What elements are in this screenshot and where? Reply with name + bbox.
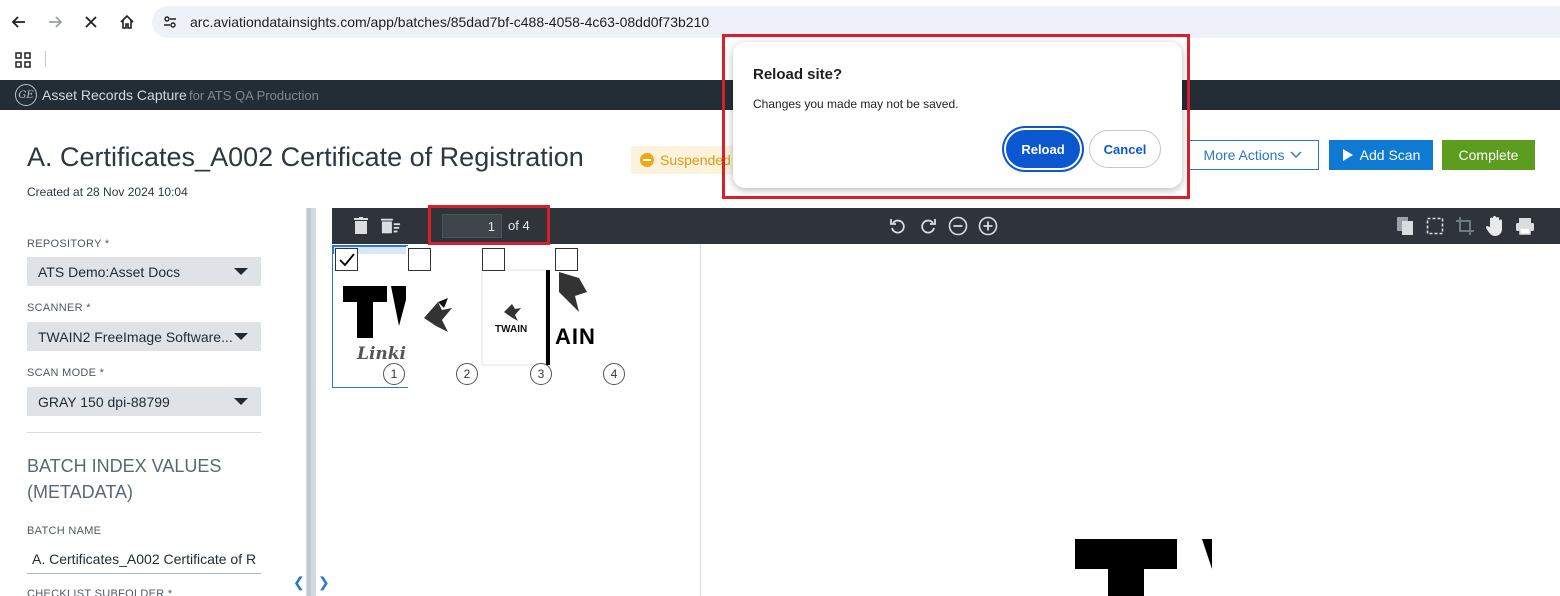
app-name: Asset Records Capture <box>42 87 187 103</box>
collapse-left-icon[interactable]: ❮ <box>293 574 305 591</box>
stop-loading-icon[interactable] <box>80 11 102 33</box>
more-actions-button[interactable]: More Actions <box>1187 140 1319 170</box>
batch-name-label: BATCH NAME <box>27 525 102 537</box>
apps-grid-icon[interactable] <box>15 52 31 68</box>
more-actions-label: More Actions <box>1203 147 1285 163</box>
thumbnail-caption: Linkin <box>357 344 407 364</box>
batch-name-input[interactable]: A. Certificates_A002 Certificate of R <box>27 545 261 574</box>
page-preview[interactable] <box>702 244 1560 596</box>
thumbnail-page-3[interactable]: TWAIN 3 <box>480 246 554 387</box>
forward-icon[interactable] <box>44 11 66 33</box>
section-divider <box>27 432 261 433</box>
copy-page-icon[interactable] <box>1395 216 1415 236</box>
complete-button[interactable]: Complete <box>1442 140 1535 170</box>
thumbnail-page-2[interactable]: 2 <box>406 246 480 387</box>
pan-hand-icon[interactable] <box>1485 216 1505 236</box>
suspended-icon <box>640 153 654 167</box>
status-text: Suspended <box>660 152 731 168</box>
url-text[interactable]: arc.aviationdatainsights.com/app/batches… <box>190 14 709 30</box>
repository-label: REPOSITORY * <box>27 238 110 250</box>
rotate-left-icon[interactable] <box>888 216 908 236</box>
cancel-button[interactable]: Cancel <box>1089 130 1161 168</box>
page-checkbox[interactable] <box>482 248 505 271</box>
delete-icon[interactable] <box>351 216 371 236</box>
site-settings-icon[interactable] <box>162 14 178 35</box>
thumbnail-page-1[interactable]: Linkin 1 <box>332 245 408 388</box>
page-title: A. Certificates_A002 Certificate of Regi… <box>27 142 584 172</box>
page-number-badge: 2 <box>456 363 478 385</box>
print-icon[interactable] <box>1515 216 1535 236</box>
chevron-down-icon <box>1290 151 1302 158</box>
zoom-out-icon[interactable] <box>948 216 968 236</box>
caret-down-icon <box>234 333 248 340</box>
back-icon[interactable] <box>8 11 30 33</box>
dialog-title: Reload site? <box>753 66 843 83</box>
caret-down-icon <box>234 268 248 275</box>
reload-site-dialog: Reload site? Changes you made may not be… <box>733 42 1182 188</box>
expand-right-icon[interactable]: ❯ <box>318 574 330 591</box>
ge-logo-icon: GE <box>15 84 37 106</box>
page-number-badge: 3 <box>530 363 552 385</box>
complete-label: Complete <box>1458 147 1519 163</box>
reload-button[interactable]: Reload <box>1006 130 1080 168</box>
scanner-select[interactable]: TWAIN2 FreeImage Software... <box>27 322 261 351</box>
scan-mode-select[interactable]: GRAY 150 dpi-88799 <box>27 387 261 416</box>
page-checkbox[interactable] <box>408 248 431 271</box>
checkmark-icon <box>338 252 355 266</box>
add-scan-button[interactable]: Add Scan <box>1329 140 1433 170</box>
page-checkbox[interactable] <box>335 248 358 271</box>
rotate-right-icon[interactable] <box>918 216 938 236</box>
repository-value: ATS Demo:Asset Docs <box>38 263 181 280</box>
scanner-label: SCANNER * <box>27 302 91 314</box>
thumbnail-caption: TWAIN <box>495 324 528 335</box>
page-number-badge: 1 <box>383 363 405 385</box>
delete-multiple-icon[interactable] <box>381 216 401 236</box>
created-timestamp: Created at 28 Nov 2024 10:04 <box>27 185 188 199</box>
scanner-value: TWAIN2 FreeImage Software... <box>38 328 232 345</box>
app-context: for ATS QA Production <box>189 88 319 103</box>
checklist-subfolder-label: CHECKLIST SUBFOLDER * <box>27 588 173 596</box>
page-preview-image <box>1075 539 1212 596</box>
page-number-highlight <box>428 205 550 245</box>
panel-splitter-handle[interactable] <box>307 208 311 596</box>
scan-mode-label: SCAN MODE * <box>27 367 105 379</box>
scan-mode-value: GRAY 150 dpi-88799 <box>38 393 170 410</box>
repository-select[interactable]: ATS Demo:Asset Docs <box>27 257 261 286</box>
dialog-message: Changes you made may not be saved. <box>753 97 959 111</box>
play-icon <box>1342 149 1353 161</box>
batch-index-heading: BATCH INDEX VALUES (METADATA) <box>27 456 222 502</box>
bookmarks-divider <box>45 51 46 67</box>
thumbnail-page-4[interactable]: AIN 4 <box>553 246 627 387</box>
add-scan-label: Add Scan <box>1359 147 1421 163</box>
page-number-badge: 4 <box>603 363 625 385</box>
caret-down-icon <box>234 398 248 405</box>
select-area-icon[interactable] <box>1425 216 1445 236</box>
home-icon[interactable] <box>116 11 138 33</box>
crop-icon[interactable] <box>1455 216 1475 236</box>
page-checkbox[interactable] <box>555 248 578 271</box>
zoom-in-icon[interactable] <box>978 216 998 236</box>
thumbnail-caption: AIN <box>555 324 596 349</box>
